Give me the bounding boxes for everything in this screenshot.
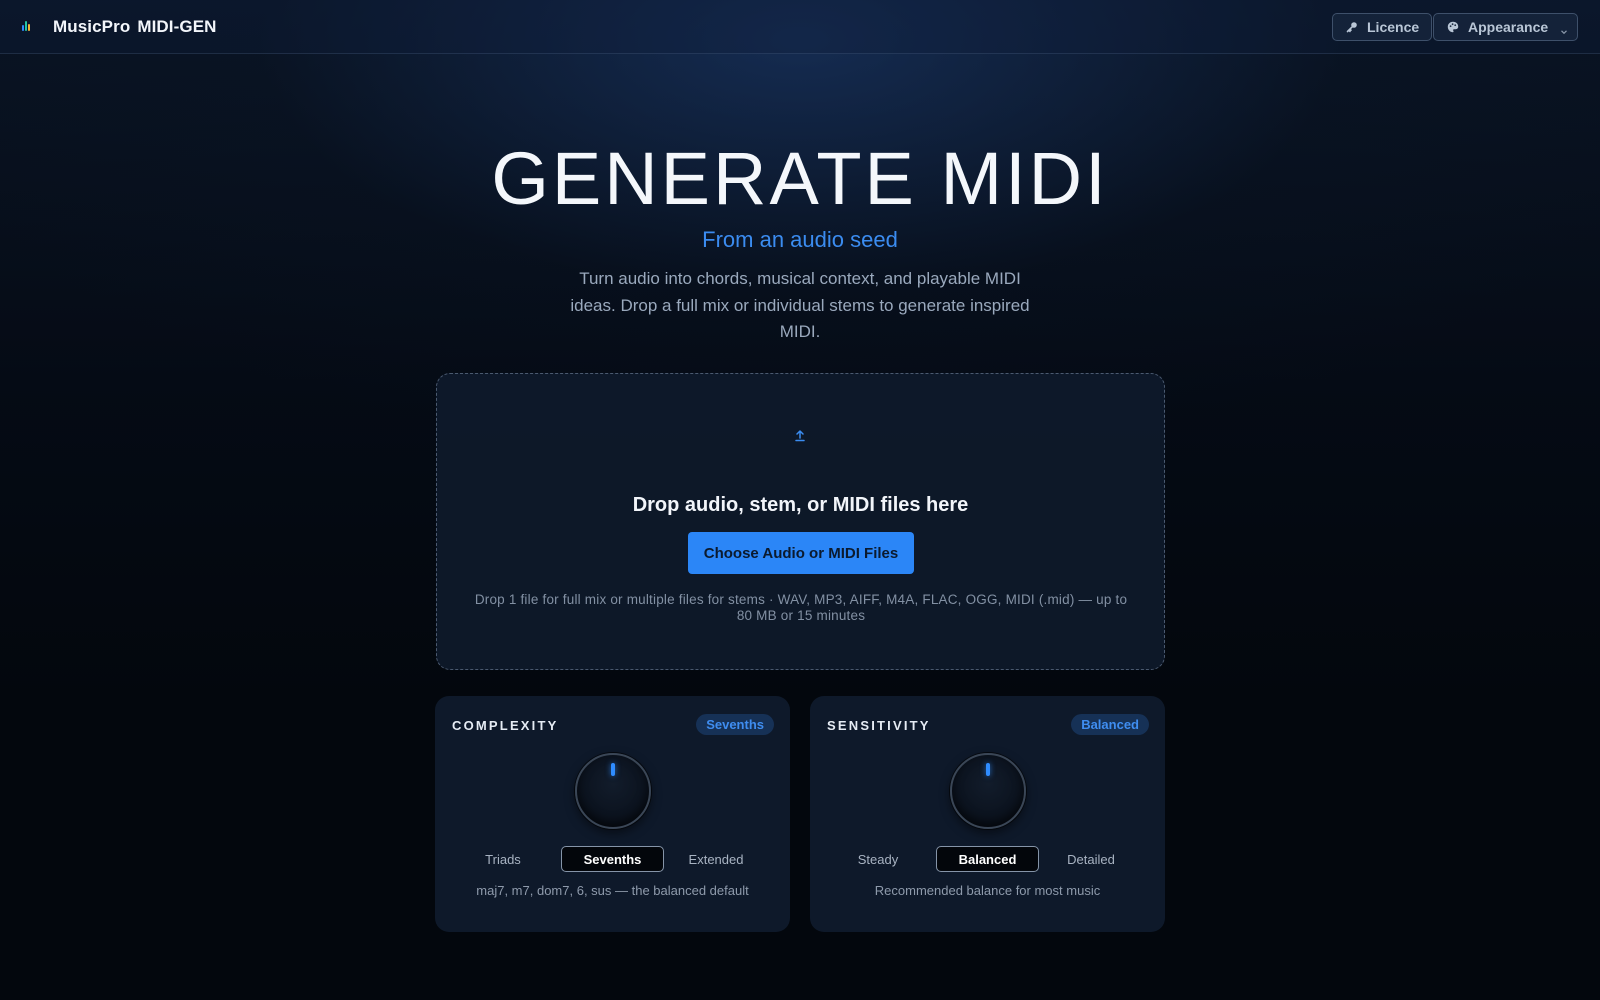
sensitivity-option-detailed[interactable]: Detailed (1054, 846, 1128, 872)
file-drop-zone[interactable]: Drop audio, stem, or MIDI files here Cho… (436, 373, 1165, 670)
header-actions: Licence Appearance (1332, 13, 1578, 41)
choose-files-button[interactable]: Choose Audio or MIDI Files (688, 532, 914, 574)
complexity-badge: Sevenths (696, 714, 774, 735)
appearance-label: Appearance (1468, 19, 1549, 35)
licence-label: Licence (1367, 19, 1420, 35)
top-bar: MusicPro MIDI-GEN Licence Appearance (0, 0, 1600, 54)
complexity-option-extended[interactable]: Extended (679, 846, 753, 872)
complexity-label: COMPLEXITY (452, 718, 559, 733)
palette-icon (1447, 21, 1459, 33)
upload-arrow-icon (793, 429, 807, 443)
page-subtitle: From an audio seed (702, 227, 898, 252)
sensitivity-option-balanced[interactable]: Balanced (936, 846, 1039, 872)
complexity-card: COMPLEXITY Sevenths Triads Sevenths Exte… (435, 696, 790, 932)
page-title: GENERATE MIDI (491, 137, 1109, 220)
sensitivity-label: SENSITIVITY (827, 718, 931, 733)
complexity-knob[interactable] (575, 753, 651, 829)
licence-button[interactable]: Licence (1332, 13, 1432, 41)
sensitivity-option-steady[interactable]: Steady (843, 846, 913, 872)
sensitivity-selector: Steady Balanced Detailed (810, 846, 1165, 872)
page-description: Turn audio into chords, musical context,… (570, 269, 1030, 341)
app-name-part2: MIDI-GEN (137, 16, 217, 36)
sensitivity-note: Recommended balance for most music (874, 883, 1101, 898)
drop-zone-title: Drop audio, stem, or MIDI files here (632, 494, 969, 516)
key-icon (1346, 21, 1358, 33)
complexity-option-triads[interactable]: Triads (468, 846, 538, 872)
drop-zone-hint: Drop 1 file for full mix or multiple fil… (474, 592, 1128, 623)
complexity-note: maj7, m7, dom7, 6, sus — the balanced de… (476, 883, 749, 898)
knob-indicator (611, 763, 615, 776)
complexity-option-sevenths[interactable]: Sevenths (561, 846, 664, 872)
equalizer-bars-icon (22, 20, 34, 33)
app-name: MusicPro MIDI-GEN (53, 17, 217, 37)
sensitivity-knob[interactable] (950, 753, 1026, 829)
sensitivity-badge: Balanced (1071, 714, 1149, 735)
knob-indicator (986, 763, 990, 776)
brand[interactable]: MusicPro MIDI-GEN (22, 17, 217, 37)
app-name-part1: MusicPro (53, 16, 131, 36)
chevron-down-icon (1560, 23, 1568, 35)
complexity-selector: Triads Sevenths Extended (435, 846, 790, 872)
sensitivity-card: SENSITIVITY Balanced Steady Balanced Det… (810, 696, 1165, 932)
appearance-dropdown[interactable]: Appearance (1433, 13, 1578, 41)
